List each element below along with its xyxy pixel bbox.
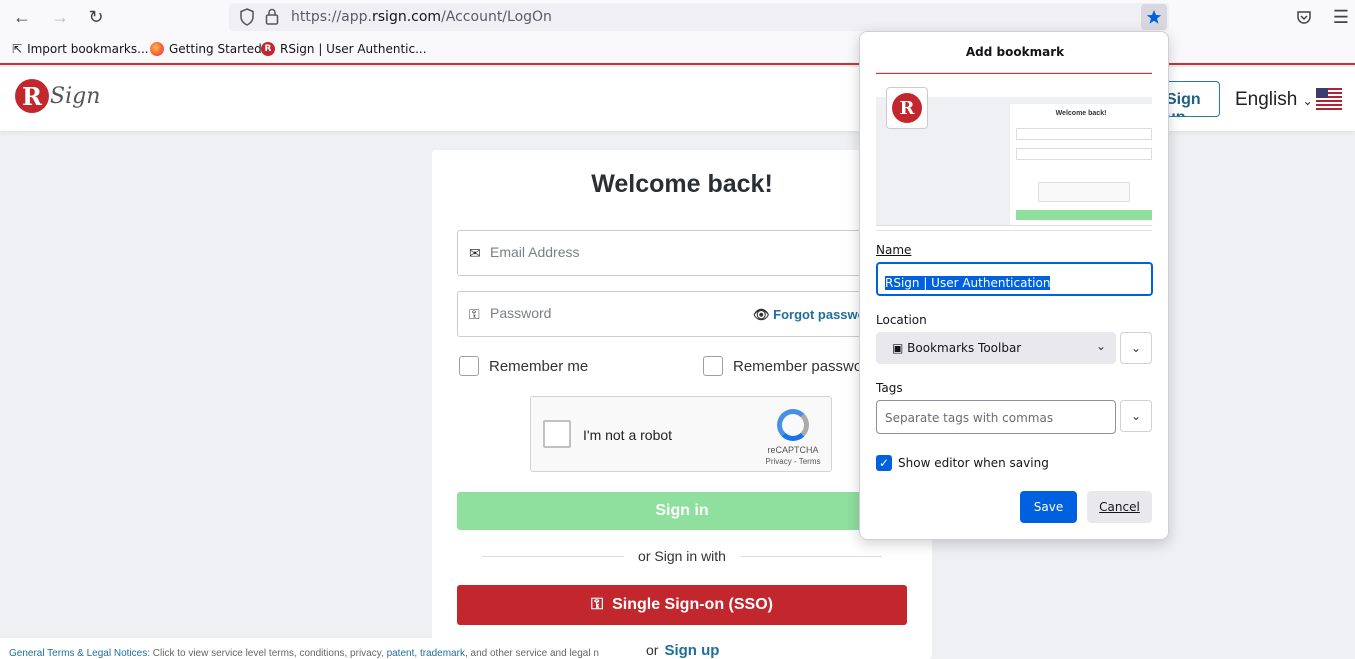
chevron-down-icon: ⌄ bbox=[1095, 339, 1106, 353]
rsign-logo[interactable]: R Sign bbox=[15, 79, 100, 113]
recaptcha-label: I'm not a robot bbox=[583, 427, 673, 443]
bookmark-star-icon[interactable] bbox=[1141, 4, 1167, 30]
key-icon: ⚿ bbox=[469, 306, 480, 322]
location-expand-button[interactable]: ⌄ bbox=[1120, 332, 1152, 364]
remember-password-label: Remember password bbox=[733, 358, 876, 375]
thumbnail-card: Welcome back! bbox=[1010, 104, 1152, 225]
remember-me-label: Remember me bbox=[489, 358, 589, 375]
address-bar[interactable]: https://app.rsign.com/Account/LogOn bbox=[229, 3, 1169, 31]
cancel-button[interactable]: Cancel bbox=[1087, 491, 1152, 523]
menu-icon[interactable]: ☰ bbox=[1329, 6, 1353, 28]
footer: General Terms & Legal Notices: Click to … bbox=[0, 638, 640, 659]
browser-toolbar: ← → ↻ https://app.rsign.com/Account/LogO… bbox=[0, 0, 1355, 34]
login-card: Welcome back! ✉ ⚿ 👁 Forgot password? Rem… bbox=[432, 150, 932, 659]
panel-title: Add bookmark bbox=[965, 45, 1065, 59]
location-select[interactable]: ▣ Bookmarks Toolbar ⌄ bbox=[876, 332, 1116, 364]
recaptcha-brand: reCAPTCHA bbox=[767, 445, 819, 455]
pocket-icon[interactable] bbox=[1292, 6, 1316, 28]
tags-input[interactable]: Separate tags with commas bbox=[876, 400, 1116, 434]
thumbnail-field bbox=[1016, 128, 1152, 140]
chevron-down-icon: ⌄ bbox=[1302, 94, 1313, 108]
sso-button[interactable]: ⚿ Single Sign-on (SSO) bbox=[457, 585, 907, 625]
bookmark-getting-started[interactable]: Getting Started bbox=[150, 42, 262, 56]
key-icon: ⚿ bbox=[591, 596, 604, 613]
bookmark-name-input[interactable]: RSign | User Authentication bbox=[876, 262, 1153, 296]
terms-link[interactable]: General Terms & Legal Notices bbox=[9, 648, 147, 659]
rsign-favicon-icon: R bbox=[261, 42, 275, 56]
or-signup: or Sign up bbox=[646, 642, 720, 659]
remember-password-checkbox[interactable] bbox=[703, 356, 723, 376]
name-label: Name bbox=[876, 243, 912, 257]
thumbnail-button bbox=[1016, 210, 1152, 220]
recaptcha-widget: I'm not a robot reCAPTCHA Privacy - Term… bbox=[530, 396, 832, 472]
trademark-link[interactable]: trademark bbox=[420, 648, 465, 659]
password-input[interactable] bbox=[490, 305, 740, 321]
recaptcha-checkbox[interactable] bbox=[543, 420, 571, 448]
page-title: Welcome back! bbox=[591, 170, 773, 198]
bookmark-folder-icon: ▣ bbox=[892, 341, 904, 355]
location-label: Location bbox=[876, 313, 927, 327]
uk-flag-icon[interactable] bbox=[1316, 88, 1342, 110]
reload-icon[interactable]: ↻ bbox=[84, 6, 108, 28]
thumbnail-field bbox=[1016, 148, 1152, 160]
url-text[interactable]: https://app.rsign.com/Account/LogOn bbox=[291, 9, 552, 25]
recaptcha-logo-icon bbox=[777, 409, 809, 441]
show-editor-checkbox[interactable]: ✓ bbox=[876, 455, 892, 471]
shield-icon[interactable] bbox=[239, 8, 255, 31]
password-field[interactable]: ⚿ 👁 Forgot password? bbox=[457, 291, 907, 337]
rsign-favicon-icon: R bbox=[886, 87, 928, 129]
import-icon: ⇱ bbox=[12, 42, 23, 56]
bookmark-import[interactable]: ⇱ Import bookmarks... bbox=[12, 42, 149, 56]
bookmark-rsign[interactable]: R RSign | User Authentic... bbox=[261, 42, 427, 56]
signin-button[interactable]: Sign in bbox=[457, 492, 907, 530]
lock-icon[interactable] bbox=[265, 8, 279, 30]
envelope-icon: ✉ bbox=[469, 245, 481, 261]
tags-label: Tags bbox=[876, 381, 903, 395]
chevron-down-icon: ⌄ bbox=[1130, 409, 1142, 423]
thumbnail-captcha bbox=[1038, 182, 1130, 202]
firefox-icon bbox=[150, 42, 164, 56]
signup-link[interactable]: Sign up bbox=[664, 642, 719, 659]
forward-icon[interactable]: → bbox=[48, 6, 72, 28]
divider bbox=[876, 230, 1152, 231]
page-thumbnail: R Welcome back! bbox=[876, 73, 1152, 226]
eye-slash-icon[interactable]: 👁 bbox=[753, 307, 770, 322]
save-button[interactable]: Save bbox=[1020, 491, 1077, 523]
tags-expand-button[interactable]: ⌄ bbox=[1120, 400, 1152, 432]
show-editor-option[interactable]: ✓ Show editor when saving bbox=[876, 455, 1049, 471]
or-signin-with: or Sign in with bbox=[432, 548, 932, 564]
add-bookmark-panel: Add bookmark R Welcome back! Name RSign … bbox=[859, 31, 1169, 540]
patent-link[interactable]: patent bbox=[387, 648, 415, 659]
email-field[interactable]: ✉ bbox=[457, 230, 907, 276]
remember-me-checkbox[interactable] bbox=[459, 356, 479, 376]
back-icon[interactable]: ← bbox=[10, 6, 34, 28]
recaptcha-links[interactable]: Privacy - Terms bbox=[763, 457, 823, 466]
email-input[interactable] bbox=[490, 244, 740, 260]
language-selector[interactable]: English ⌄ bbox=[1235, 89, 1313, 111]
chevron-down-icon: ⌄ bbox=[1130, 341, 1142, 355]
